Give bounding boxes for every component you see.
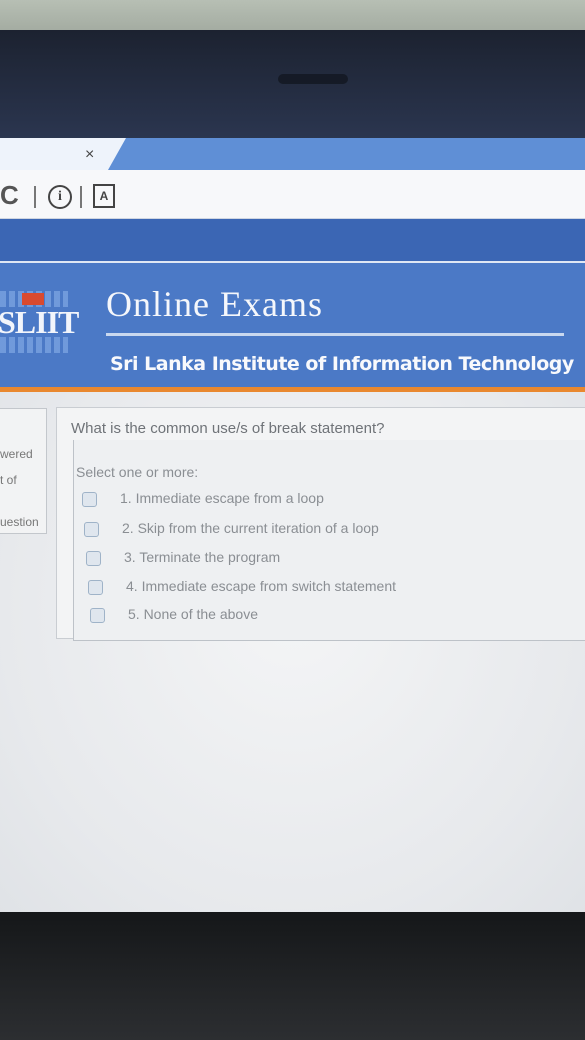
- page-title: Online Exams: [106, 284, 323, 324]
- answer-box: Select one or more: 1. Immediate escape …: [73, 440, 585, 641]
- site-info-icon[interactable]: i: [48, 185, 72, 209]
- question-text: What is the common use/s of break statem…: [71, 420, 385, 437]
- checkbox[interactable]: [82, 492, 97, 507]
- site-banner: SLIIT Online Exams Sri Lanka Institute o…: [0, 261, 585, 389]
- reload-icon[interactable]: C: [0, 182, 19, 208]
- webcam: [278, 74, 348, 84]
- checkbox[interactable]: [84, 522, 99, 537]
- logo-wordmark: SLIIT: [0, 306, 81, 338]
- monitor-bezel-top: [0, 30, 585, 140]
- checkbox[interactable]: [86, 551, 101, 566]
- browser-toolbar: [0, 170, 585, 219]
- page-icon[interactable]: A: [93, 184, 115, 208]
- option-label[interactable]: 2. Skip from the current iteration of a …: [122, 520, 379, 536]
- bookmark-bar: [0, 219, 585, 261]
- browser-screen: × C i A SLIIT Online Exams Sri Lanka Ins…: [0, 138, 585, 924]
- option-label[interactable]: 4. Immediate escape from switch statemen…: [126, 578, 396, 594]
- close-tab-icon[interactable]: ×: [85, 147, 94, 163]
- flag-question-link[interactable]: uestion: [0, 515, 39, 529]
- monitor-bezel-bottom: [0, 912, 585, 1040]
- answer-prompt: Select one or more:: [76, 464, 199, 480]
- toolbar-divider: [80, 186, 82, 208]
- browser-tab[interactable]: ×: [0, 138, 108, 170]
- toolbar-divider: [34, 186, 36, 208]
- status-text: wered: [0, 447, 33, 461]
- marks-text: t of: [0, 473, 17, 487]
- tab-edge: [108, 138, 126, 170]
- question-card: What is the common use/s of break statem…: [56, 407, 585, 641]
- institution-name: Sri Lanka Institute of Information Techn…: [110, 353, 574, 375]
- tab-strip: ×: [0, 138, 585, 170]
- checkbox[interactable]: [88, 580, 103, 595]
- option-label[interactable]: 5. None of the above: [128, 606, 258, 622]
- option-label[interactable]: 3. Terminate the program: [124, 549, 280, 565]
- sliit-logo[interactable]: SLIIT: [0, 291, 81, 353]
- title-divider: [106, 333, 564, 336]
- checkbox[interactable]: [90, 608, 105, 623]
- question-info-panel: wered t of uestion: [0, 408, 47, 534]
- option-label[interactable]: 1. Immediate escape from a loop: [120, 490, 324, 506]
- page-content: wered t of uestion What is the common us…: [0, 392, 585, 924]
